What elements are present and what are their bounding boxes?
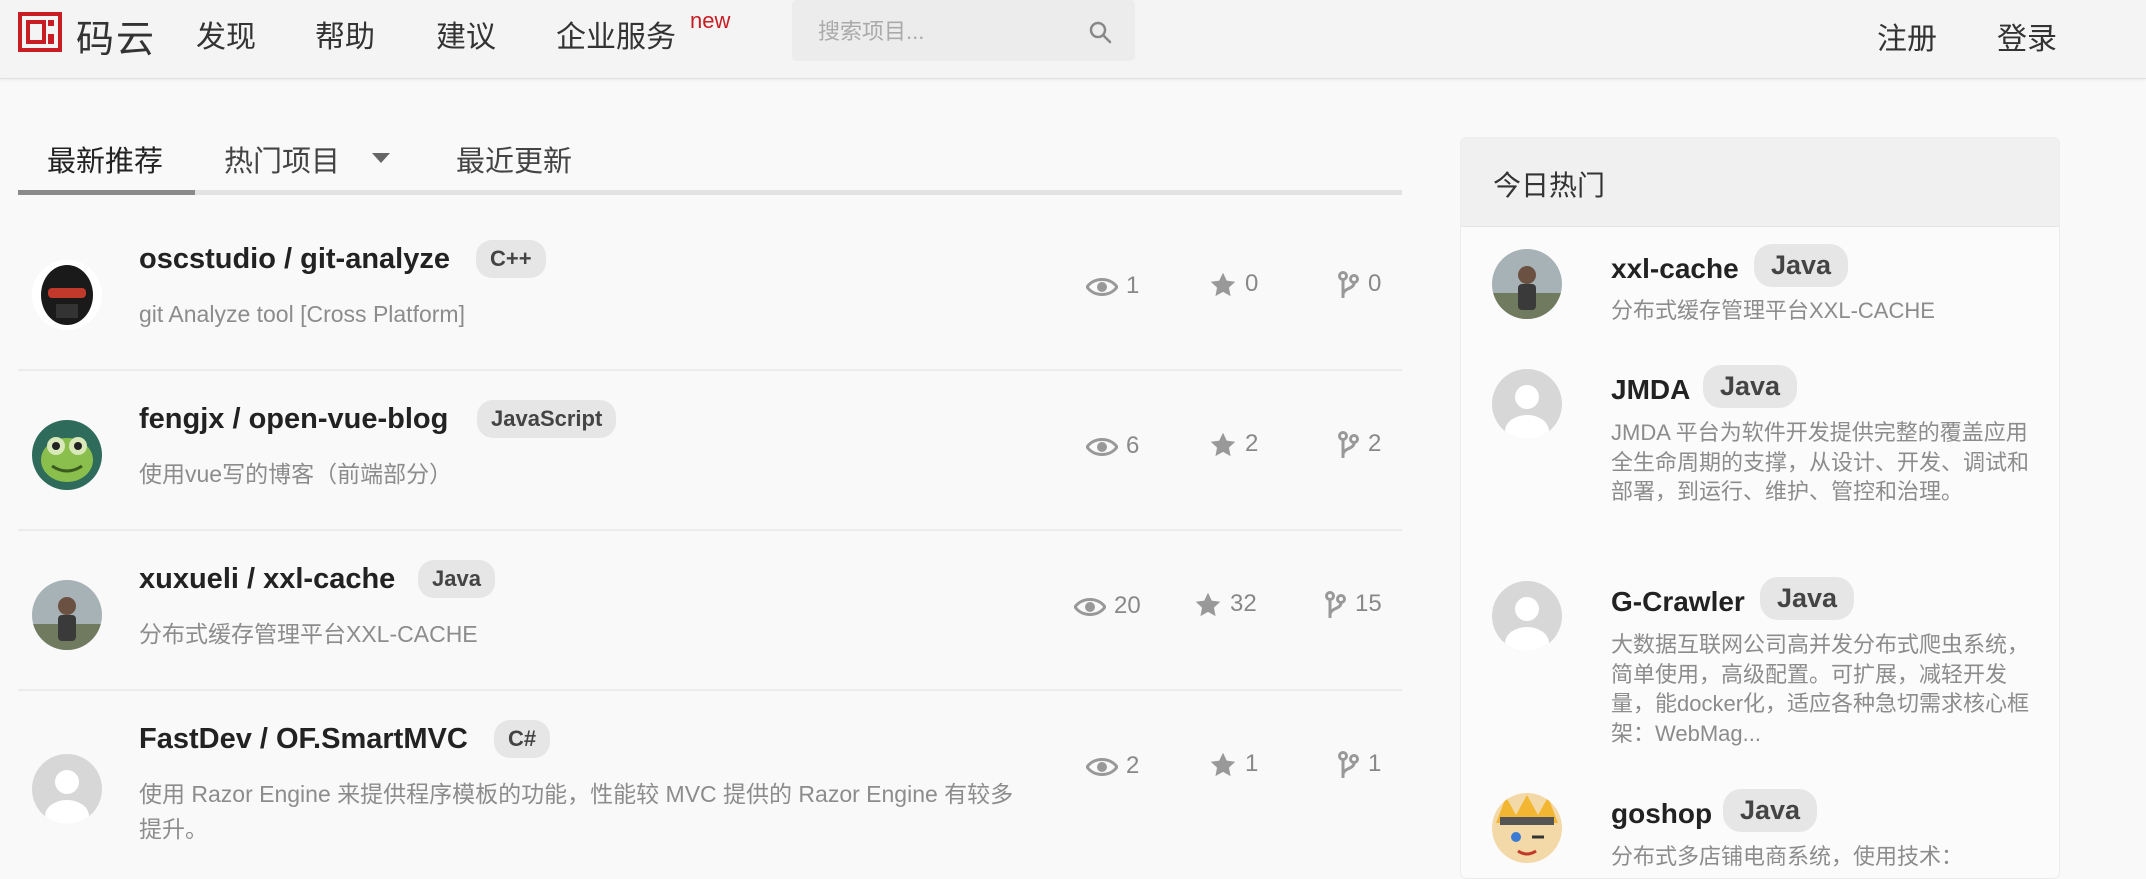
language-badge[interactable]: Java xyxy=(1723,789,1818,832)
project-name[interactable]: FastDev / OF.SmartMVC xyxy=(139,723,468,756)
star-icon xyxy=(1195,592,1221,616)
project-description: 使用vue写的博客（前端部分） xyxy=(139,461,453,487)
tab-active-indicator xyxy=(18,190,195,195)
forks-count: 0 xyxy=(1336,270,1381,299)
language-badge[interactable]: C# xyxy=(494,720,551,758)
tab-latest[interactable]: 最新推荐 xyxy=(47,138,163,180)
project-description: 使用 Razor Engine 来提供程序模板的功能，性能较 MVC 提供的 R… xyxy=(139,781,1014,842)
views-value: 6 xyxy=(1126,432,1140,459)
panel-title: 今日热门 xyxy=(1493,170,1606,201)
stars-count: 0 xyxy=(1209,270,1258,299)
views-count: 1 xyxy=(1085,272,1140,300)
gitee-logo-icon[interactable] xyxy=(18,12,62,52)
language-badge[interactable]: Java xyxy=(1703,365,1798,408)
chevron-down-icon[interactable] xyxy=(372,153,390,163)
project-description: 分布式缓存管理平台XXL-CACHE xyxy=(139,621,478,647)
fork-icon xyxy=(1338,270,1359,298)
eye-icon xyxy=(1085,437,1119,456)
stars-value: 32 xyxy=(1230,590,1257,617)
views-count: 20 xyxy=(1073,592,1141,620)
hot-project-description: 分布式多店铺电商系统，使用技术： xyxy=(1611,844,1964,869)
project-name[interactable]: oscstudio / git-analyze xyxy=(139,243,450,276)
forks-value: 0 xyxy=(1368,270,1382,297)
star-icon xyxy=(1210,752,1236,776)
tab-popular[interactable]: 热门项目 xyxy=(224,138,340,180)
forks-count: 1 xyxy=(1336,750,1381,779)
hot-project-description: 分布式缓存管理平台XXL-CACHE xyxy=(1611,298,1935,323)
views-value: 20 xyxy=(1114,592,1141,619)
hot-project-description: JMDA 平台为软件开发提供完整的覆盖应用全生命周期的支撑，从设计、开发、调试和… xyxy=(1611,420,2030,504)
eye-icon xyxy=(1085,277,1119,296)
project-name[interactable]: xuxueli / xxl-cache xyxy=(139,563,395,596)
project-row: fengjx / open-vue-blog JavaScript 使用vue写… xyxy=(18,370,1402,531)
hot-project-description: 大数据互联网公司高并发分布式爬虫系统，简单使用，高级配置。可扩展，减轻开发量，能… xyxy=(1611,632,2030,746)
hot-project-name[interactable]: xxl-cache xyxy=(1611,253,1739,285)
search-input[interactable] xyxy=(816,14,1080,50)
frog-avatar[interactable] xyxy=(32,420,102,490)
language-badge[interactable]: Java xyxy=(418,560,495,598)
anime-avatar[interactable] xyxy=(1492,793,1562,863)
eye-icon xyxy=(1085,757,1119,776)
project-row: oscstudio / git-analyze C++ git Analyze … xyxy=(18,210,1402,371)
forks-value: 15 xyxy=(1355,590,1382,617)
tab-recent[interactable]: 最近更新 xyxy=(456,138,572,180)
photo-avatar[interactable] xyxy=(1492,249,1562,319)
hot-project-name[interactable]: JMDA xyxy=(1611,374,1690,406)
stars-value: 2 xyxy=(1245,430,1259,457)
views-value: 1 xyxy=(1126,272,1140,299)
eye-icon xyxy=(1073,597,1107,616)
new-badge: new xyxy=(690,8,731,33)
default-avatar[interactable] xyxy=(32,754,102,824)
forks-value: 2 xyxy=(1368,430,1382,457)
star-icon xyxy=(1210,272,1236,296)
views-count: 2 xyxy=(1085,752,1140,780)
default-avatar[interactable] xyxy=(1492,581,1562,651)
hot-project-name[interactable]: G-Crawler xyxy=(1611,586,1745,618)
forks-value: 1 xyxy=(1368,750,1382,777)
project-row: FastDev / OF.SmartMVC C# 使用 Razor Engine… xyxy=(18,690,1402,849)
fork-icon xyxy=(1338,430,1359,458)
robot-avatar[interactable] xyxy=(32,260,102,330)
register-link[interactable]: 注册 xyxy=(1877,14,1937,58)
project-description: git Analyze tool [Cross Platform] xyxy=(139,301,465,327)
stars-count: 2 xyxy=(1209,430,1258,459)
project-row: xuxueli / xxl-cache Java 分布式缓存管理平台XXL-CA… xyxy=(18,530,1402,691)
fork-icon xyxy=(1338,750,1359,778)
tabs-divider xyxy=(18,190,1402,195)
photo-avatar[interactable] xyxy=(32,580,102,650)
nav-enterprise[interactable]: 企业服务 xyxy=(556,12,676,56)
stars-value: 0 xyxy=(1245,270,1259,297)
project-name[interactable]: fengjx / open-vue-blog xyxy=(139,403,448,436)
forks-count: 2 xyxy=(1336,430,1381,459)
search-icon[interactable] xyxy=(1088,20,1112,44)
nav-discover[interactable]: 发现 xyxy=(196,12,256,56)
panel-header: 今日热门 xyxy=(1461,138,2059,227)
language-badge[interactable]: JavaScript xyxy=(477,400,617,438)
language-badge[interactable]: Java xyxy=(1760,577,1855,620)
views-count: 6 xyxy=(1085,432,1140,460)
search-box xyxy=(792,0,1135,61)
nav-help[interactable]: 帮助 xyxy=(315,12,375,56)
language-badge[interactable]: Java xyxy=(1754,244,1849,287)
top-header: 码云 发现 帮助 建议 企业服务 new 注册 登录 xyxy=(0,0,2146,79)
language-badge[interactable]: C++ xyxy=(476,240,546,278)
today-hot-panel: 今日热门 xxl-cache Java 分布式缓存管理平台XXL-CACHE J… xyxy=(1460,137,2060,879)
stars-count: 1 xyxy=(1209,750,1258,779)
logo-text[interactable]: 码云 xyxy=(76,8,156,63)
default-avatar[interactable] xyxy=(1492,369,1562,439)
fork-icon xyxy=(1325,590,1346,618)
forks-count: 15 xyxy=(1323,590,1382,619)
nav-suggest[interactable]: 建议 xyxy=(436,12,496,56)
stars-count: 32 xyxy=(1194,590,1257,619)
views-value: 2 xyxy=(1126,752,1140,779)
hot-project-name[interactable]: goshop xyxy=(1611,798,1712,830)
star-icon xyxy=(1210,432,1236,456)
login-link[interactable]: 登录 xyxy=(1997,14,2057,58)
stars-value: 1 xyxy=(1245,750,1259,777)
